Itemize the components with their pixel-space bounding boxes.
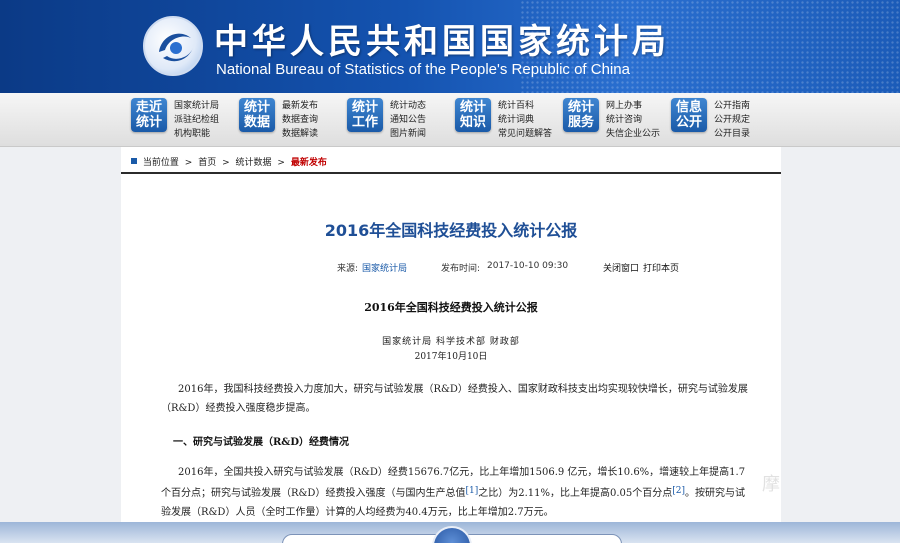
header-banner: 中华人民共和国国家统计局 National Bureau of Statisti…	[0, 0, 900, 93]
publish-time: 2017-10-10 09:30	[487, 261, 569, 271]
nav-badge-about[interactable]: 走近 统计	[131, 98, 167, 132]
nav-link[interactable]: 统计百科	[498, 99, 552, 113]
content-panel: 当前位置 > 首页 > 统计数据 > 最新发布 2016年全国科技经费投入统计公…	[121, 147, 781, 543]
main-nav: 走近 统计 国家统计局 派驻纪检组 机构职能 统计 数据 最新发布 数据查询 数据解…	[0, 93, 900, 147]
nav-badge-work[interactable]: 统计 工作	[347, 98, 383, 132]
nav-link[interactable]: 最新发布	[282, 99, 318, 113]
article-paragraph: 2016年，全国共投入研究与试验发展（R&D）经费15676.7亿元，比上年增加…	[161, 467, 746, 518]
nav-link[interactable]: 统计咨询	[606, 113, 660, 127]
close-window-button[interactable]: 关闭窗口	[603, 261, 639, 274]
breadcrumb-label: 当前位置	[142, 158, 179, 168]
article: 2016年全国科技经费投入统计公报 来源: 国家统计局 发布时间: 2017-1…	[121, 174, 781, 543]
site-title-cn: 中华人民共和国国家统计局	[214, 22, 670, 62]
breadcrumb-stats-link[interactable]: 统计数据	[236, 158, 272, 168]
publish-time-label: 发布时间:	[441, 264, 481, 274]
bottom-toolbar	[0, 522, 900, 543]
nav-link[interactable]: 通知公告	[390, 113, 426, 127]
article-title: 2016年全国科技经费投入统计公报	[324, 221, 578, 240]
nav-link[interactable]: 公开规定	[714, 113, 750, 127]
nav-link[interactable]: 数据解读	[282, 127, 318, 141]
site-title-en: National Bureau of Statistics of the Peo…	[216, 61, 630, 78]
breadcrumb: 当前位置 > 首页 > 统计数据 > 最新发布	[121, 147, 781, 174]
breadcrumb-home-link[interactable]: 首页	[198, 158, 216, 168]
article-meta: 来源: 国家统计局 发布时间: 2017-10-10 09:30 关闭窗口 打印…	[121, 261, 781, 275]
footnote-link[interactable]: [1]	[465, 486, 478, 496]
location-icon	[131, 158, 137, 164]
nav-link[interactable]: 统计词典	[498, 113, 552, 127]
print-page-button[interactable]: 打印本页	[643, 261, 679, 274]
nav-badge-knowledge[interactable]: 统计 知识	[455, 98, 491, 132]
article-date: 2017年10月10日	[414, 352, 488, 362]
nav-link[interactable]: 图片新闻	[390, 127, 426, 141]
article-paragraph: 2016年，我国科技经费投入力度加大，研究与试验发展（R&D）经费投入、国家财政…	[161, 384, 748, 414]
nav-link[interactable]: 常见问题解答	[498, 127, 552, 141]
nav-badge-data[interactable]: 统计 数据	[239, 98, 275, 132]
nav-link[interactable]: 公开目录	[714, 127, 750, 141]
watermark: 摩	[762, 474, 782, 495]
nav-badge-disclosure[interactable]: 信息 公开	[671, 98, 707, 132]
bottom-toolbar-button[interactable]	[432, 526, 472, 543]
nav-link[interactable]: 国家统计局	[174, 99, 219, 113]
breadcrumb-current[interactable]: 最新发布	[291, 158, 327, 168]
nav-link[interactable]: 网上办事	[606, 99, 660, 113]
article-issuers: 国家统计局 科学技术部 财政部	[382, 337, 520, 347]
nav-link[interactable]: 统计动态	[390, 99, 426, 113]
nav-link[interactable]: 公开指南	[714, 99, 750, 113]
source-label: 来源:	[337, 264, 359, 274]
nbs-logo-icon[interactable]	[143, 16, 203, 76]
nav-link[interactable]: 机构职能	[174, 127, 219, 141]
footnote-link[interactable]: [2]	[672, 486, 685, 496]
source-link[interactable]: 国家统计局	[362, 261, 407, 274]
nav-link[interactable]: 失信企业公示	[606, 127, 660, 141]
article-subtitle: 2016年全国科技经费投入统计公报	[364, 301, 538, 314]
nav-link[interactable]: 数据查询	[282, 113, 318, 127]
nav-link[interactable]: 派驻纪检组	[174, 113, 219, 127]
section-heading: 一、研究与试验发展（R&D）经费情况	[173, 437, 350, 448]
nav-badge-service[interactable]: 统计 服务	[563, 98, 599, 132]
